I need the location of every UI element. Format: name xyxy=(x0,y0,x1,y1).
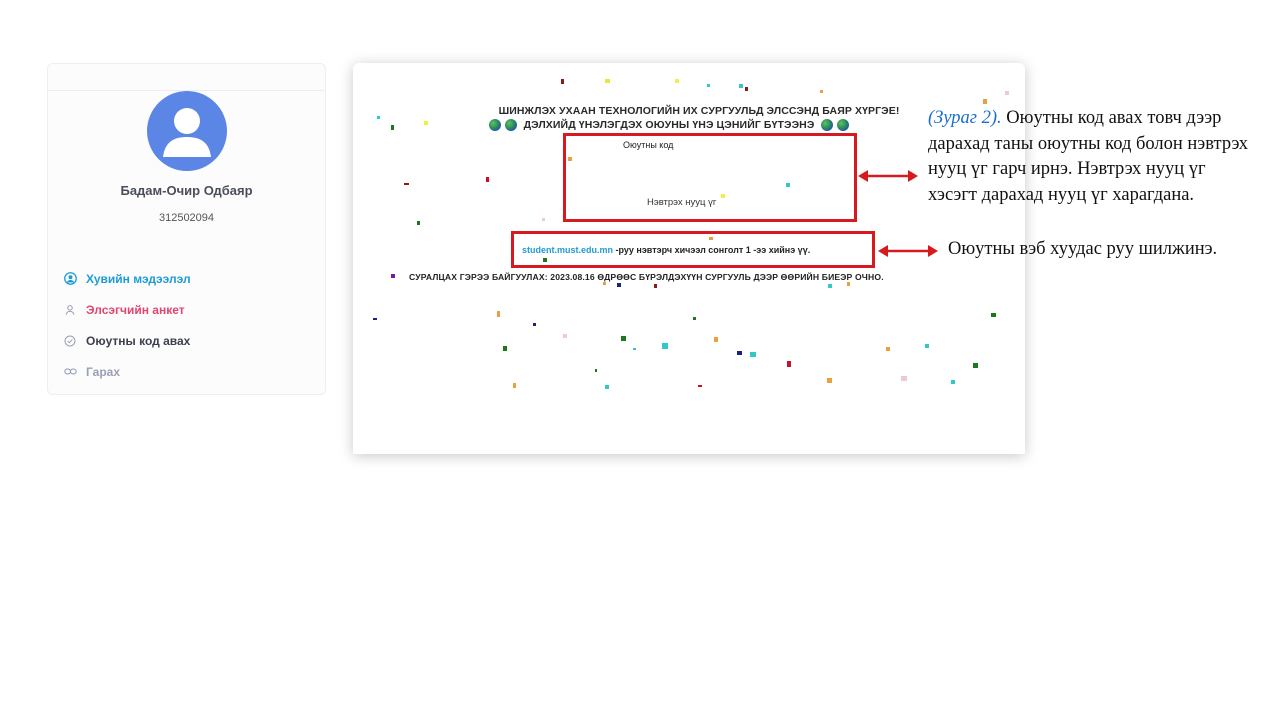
double-arrow-icon xyxy=(878,245,938,257)
double-arrow-icon xyxy=(858,170,918,182)
annotation-code-explanation: (Зураг 2). Оюутны код авах товч дээр дар… xyxy=(928,106,1248,208)
figure-reference: (Зураг 2). xyxy=(928,108,1002,128)
annotation-portal-explanation: Оюутны вэб хуудас руу шилжинэ. xyxy=(948,239,1218,259)
